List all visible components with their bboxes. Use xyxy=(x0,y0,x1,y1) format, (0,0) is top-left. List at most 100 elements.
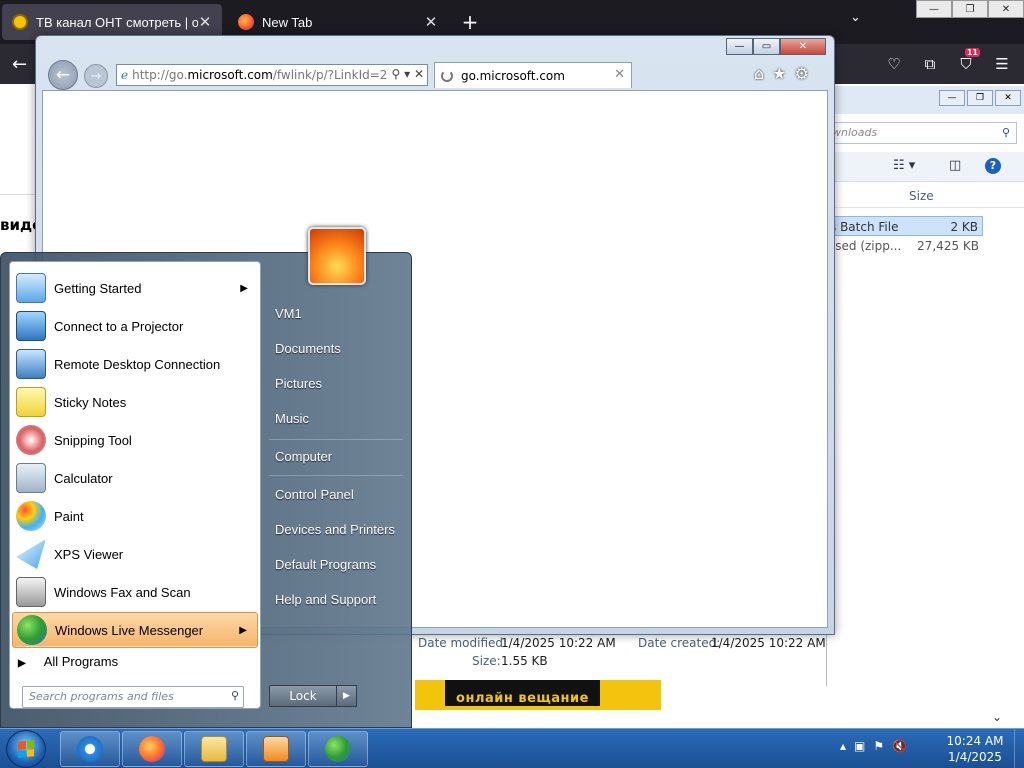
help-icon[interactable]: ? xyxy=(985,158,1001,174)
program-fax-scan[interactable]: Windows Fax and Scan xyxy=(12,574,258,610)
close-button[interactable]: ✕ xyxy=(995,90,1021,106)
address-bar[interactable]: ℯ http://go. microsoft.com/fwlink/p/?Link… xyxy=(116,64,428,86)
pocket-icon[interactable]: ♡ xyxy=(880,52,908,76)
close-button[interactable]: ✕ xyxy=(988,0,1024,18)
show-hidden-icons-arrow-icon[interactable]: ▴ xyxy=(840,739,846,753)
program-sticky-notes[interactable]: Sticky Notes xyxy=(12,384,258,420)
firefox-toolbar: ♡ ⧉ ⛉ 11 ☰ xyxy=(880,48,1016,76)
start-right-computer[interactable]: Computer xyxy=(267,440,407,472)
maximize-button[interactable]: ▭ xyxy=(753,38,780,55)
home-icon[interactable]: ⌂ xyxy=(754,64,764,83)
ublock-icon[interactable]: ⛉ 11 xyxy=(952,48,980,76)
system-clock[interactable]: 10:24 AM 1/4/2025 xyxy=(940,733,1010,765)
taskbar-media-player-button[interactable] xyxy=(246,731,306,767)
firefox-logo-icon xyxy=(139,736,165,762)
network-icon[interactable]: ▣ xyxy=(854,739,865,753)
column-size[interactable]: Size xyxy=(909,189,934,203)
start-right-help-support[interactable]: Help and Support xyxy=(267,583,407,615)
program-label: Calculator xyxy=(54,470,113,486)
start-right-devices-printers[interactable]: Devices and Printers xyxy=(267,513,407,545)
search-icon[interactable]: ⚲ xyxy=(231,689,239,702)
view-options-icon[interactable]: ☷ ▾ xyxy=(893,158,915,173)
favorites-star-icon[interactable]: ★ xyxy=(772,64,786,83)
tab-title: go.microsoft.com xyxy=(461,68,565,83)
start-search-input[interactable]: Search programs and files ⚲ xyxy=(22,686,244,708)
file-row[interactable]: ssed (zipp... 27,425 KB xyxy=(827,236,983,256)
divider xyxy=(269,475,403,476)
tools-gear-icon[interactable]: ⚙ xyxy=(795,64,809,83)
start-right-control-panel[interactable]: Control Panel xyxy=(267,478,407,510)
scroll-down-chevron-icon[interactable]: ⌄ xyxy=(992,710,1006,724)
restore-button[interactable]: ❐ xyxy=(952,0,988,18)
start-right-default-programs[interactable]: Default Programs xyxy=(267,548,407,580)
volume-muted-icon[interactable]: 🔇 xyxy=(892,739,907,753)
tab-title: New Tab xyxy=(262,14,313,30)
tab-close-icon[interactable]: ✕ xyxy=(424,13,438,31)
search-icon[interactable]: ⚲ xyxy=(1002,126,1010,139)
program-connect-projector[interactable]: Connect to a Projector xyxy=(12,308,258,344)
taskbar: ▴ ▣ ⚑ 🔇 10:24 AM 1/4/2025 xyxy=(0,728,1024,768)
action-center-flag-icon[interactable]: ⚑ xyxy=(873,739,884,753)
minimize-button[interactable]: — xyxy=(726,38,753,55)
program-snipping-tool[interactable]: Snipping Tool xyxy=(12,422,258,458)
program-getting-started[interactable]: Getting Started ▶ xyxy=(12,270,258,306)
start-right-music[interactable]: Music xyxy=(267,402,407,434)
modified-label: Date modified: xyxy=(418,636,508,650)
program-paint[interactable]: Paint xyxy=(12,498,258,534)
clock-date: 1/4/2025 xyxy=(948,750,1002,764)
notification-area: ▴ ▣ ⚑ 🔇 xyxy=(840,739,907,753)
minimize-button[interactable]: — xyxy=(939,90,965,106)
start-menu-programs-pane: Getting Started ▶ Connect to a Projector… xyxy=(9,261,261,709)
created-value: 1/4/2025 10:22 AM xyxy=(711,636,826,650)
created-label: Date created: xyxy=(638,636,721,650)
taskbar-explorer-button[interactable] xyxy=(184,731,244,767)
file-type: ssed (zipp... xyxy=(829,239,902,253)
tab-close-icon[interactable]: ✕ xyxy=(614,67,625,82)
page-banner[interactable]: онлайн вещание xyxy=(415,680,661,710)
program-remote-desktop[interactable]: Remote Desktop Connection xyxy=(12,346,258,382)
lock-button[interactable]: Lock xyxy=(269,685,337,707)
list-all-tabs-icon[interactable]: ⌄ xyxy=(850,10,861,25)
projector-icon xyxy=(16,311,46,341)
show-desktop-button[interactable] xyxy=(1014,729,1024,768)
restore-button[interactable]: ❐ xyxy=(967,90,993,106)
start-orb-button[interactable] xyxy=(6,730,46,768)
taskbar-messenger-button[interactable] xyxy=(308,731,368,767)
start-right-vm1[interactable]: VM1 xyxy=(267,297,407,329)
program-calculator[interactable]: Calculator xyxy=(12,460,258,496)
lock-button-group: Lock ▶ xyxy=(269,685,357,707)
taskbar-ie-button[interactable] xyxy=(60,731,120,767)
preview-pane-icon[interactable]: ◫ xyxy=(949,158,961,173)
banner-text: онлайн вещание xyxy=(445,680,600,706)
program-live-messenger[interactable]: Windows Live Messenger ▶ xyxy=(12,612,258,648)
ont-favicon-icon xyxy=(12,14,28,30)
sticky-notes-icon xyxy=(16,387,46,417)
xps-viewer-icon xyxy=(16,539,46,569)
tab-close-icon[interactable]: ✕ xyxy=(198,13,212,31)
ie-tab[interactable]: go.microsoft.com ✕ xyxy=(434,62,632,88)
forward-arrow-icon[interactable]: → xyxy=(84,64,108,88)
address-search-dropdown-icon[interactable]: ⚲ ▾ ✕ xyxy=(387,67,424,81)
minimize-button[interactable]: — xyxy=(916,0,952,18)
file-row[interactable]: s Batch File 2 KB xyxy=(827,216,983,236)
column-header[interactable]: Size xyxy=(827,184,1024,208)
program-xps-viewer[interactable]: XPS Viewer xyxy=(12,536,258,572)
extensions-icon[interactable]: ⧉ xyxy=(916,52,944,76)
close-button[interactable]: ✕ xyxy=(780,38,826,55)
new-tab-button[interactable]: + xyxy=(460,10,480,34)
explorer-search-input[interactable]: wnloads ⚲ xyxy=(827,122,1017,144)
program-label: Paint xyxy=(54,508,84,524)
all-programs-button[interactable]: ▶ All Programs xyxy=(18,654,118,669)
user-picture-avatar[interactable] xyxy=(308,227,366,285)
shutdown-options-arrow-icon[interactable]: ▶ xyxy=(337,685,357,707)
paint-palette-icon xyxy=(16,501,46,531)
media-player-icon xyxy=(263,736,289,762)
start-right-documents[interactable]: Documents xyxy=(267,332,407,364)
taskbar-firefox-button[interactable] xyxy=(122,731,182,767)
program-label: Getting Started xyxy=(54,280,142,296)
all-programs-label: All Programs xyxy=(43,654,119,669)
back-arrow-icon[interactable]: ← xyxy=(12,54,27,75)
start-right-pictures[interactable]: Pictures xyxy=(267,367,407,399)
back-arrow-icon[interactable]: ← xyxy=(48,60,78,90)
menu-icon[interactable]: ☰ xyxy=(988,52,1016,76)
